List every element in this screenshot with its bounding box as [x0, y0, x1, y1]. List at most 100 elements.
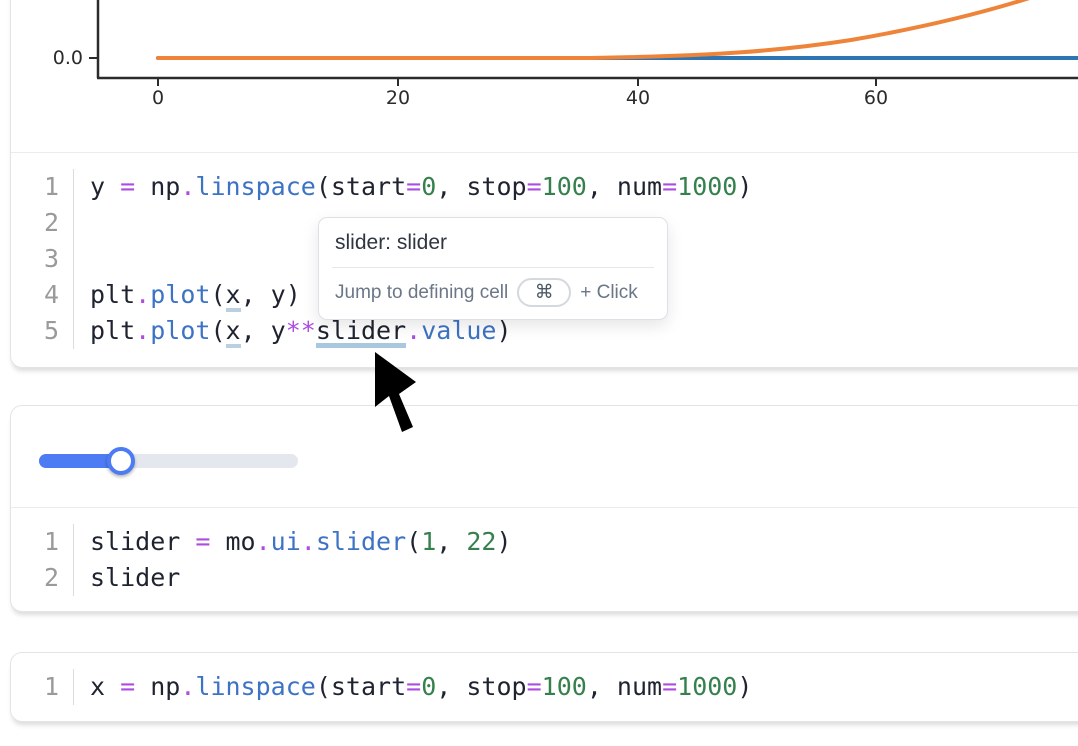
code-token: start	[331, 672, 406, 701]
x-tick-label: 0	[152, 87, 164, 109]
jump-to-cell-label: Jump to defining cell	[335, 282, 508, 304]
code-token: slider	[90, 527, 195, 556]
line-number: 5	[11, 313, 74, 349]
code-token: np	[150, 172, 180, 201]
code-token: )	[737, 172, 752, 201]
code-token: (	[406, 527, 421, 556]
line-number: 4	[11, 277, 74, 313]
code-line-text: y = np.linspace(start=0, stop=100, num=1…	[74, 169, 752, 205]
code-token: stop	[466, 672, 526, 701]
code-token: ,	[241, 280, 271, 309]
x-tick-label: 20	[386, 87, 410, 109]
code-token: 0	[421, 672, 436, 701]
code-token: start	[331, 172, 406, 201]
code-token: ,	[587, 172, 617, 201]
tooltip-action-row: Jump to defining cell ⌘ + Click	[319, 268, 667, 319]
code-token: 0	[421, 172, 436, 201]
code-token: num	[617, 172, 662, 201]
code-token: .	[180, 672, 195, 701]
code-token: (	[316, 672, 331, 701]
mouse-cursor-icon	[375, 352, 417, 434]
code-token: value	[421, 316, 496, 345]
code-token: slider	[316, 527, 406, 556]
code-line[interactable]: 1x = np.linspace(start=0, stop=100, num=…	[11, 669, 1078, 705]
code-token: ui	[271, 527, 301, 556]
code-token: =	[662, 172, 677, 201]
line-number: 1	[11, 669, 74, 705]
code-token: **	[286, 316, 316, 345]
code-line[interactable]: 2slider	[11, 560, 1078, 596]
code-token: mo	[225, 527, 255, 556]
code-token: .	[301, 527, 316, 556]
code-token: .	[135, 316, 150, 345]
code-token: 1	[421, 527, 436, 556]
code-token: ,	[587, 672, 617, 701]
variable-link[interactable]: x	[226, 316, 241, 348]
code-token: x	[90, 672, 120, 701]
code-token: (	[210, 316, 225, 345]
code-token: 1000	[677, 672, 737, 701]
code-token: )	[496, 527, 511, 556]
code-token: .	[135, 280, 150, 309]
code-token: .	[180, 172, 195, 201]
y-tick-label: 0.0	[53, 47, 83, 69]
tooltip-title: slider: slider	[319, 218, 667, 267]
code-line[interactable]: 1slider = mo.ui.slider(1, 22)	[11, 524, 1078, 560]
line-number: 2	[11, 205, 74, 241]
plot-output-area: 0.0 0 20 40 60	[11, 0, 1078, 152]
code-editor[interactable]: 1slider = mo.ui.slider(1, 22)2slider	[11, 507, 1078, 612]
line-number: 3	[11, 241, 74, 277]
marimo-notebook: { "plot": { "ytick": "0.0", "xticks": ["…	[0, 0, 1078, 746]
code-token: plt	[90, 280, 135, 309]
code-token: ,	[241, 316, 271, 345]
code-token: =	[406, 172, 421, 201]
code-token: 100	[542, 172, 587, 201]
code-token: plot	[150, 316, 210, 345]
code-token: linspace	[195, 172, 315, 201]
code-line[interactable]: 1y = np.linspace(start=0, stop=100, num=…	[11, 169, 1078, 205]
click-hint-label: + Click	[580, 282, 638, 304]
code-token: (	[316, 172, 331, 201]
code-token: =	[120, 172, 150, 201]
code-token: slider	[90, 563, 180, 592]
code-token: )	[286, 280, 301, 309]
notebook-cell-x: 1x = np.linspace(start=0, stop=100, num=…	[10, 652, 1078, 722]
code-token: plot	[150, 280, 210, 309]
code-editor[interactable]: 1x = np.linspace(start=0, stop=100, num=…	[11, 653, 1078, 721]
code-token: 1000	[677, 172, 737, 201]
code-token: ,	[436, 527, 466, 556]
code-line-text	[74, 241, 90, 277]
code-token: ,	[436, 172, 466, 201]
code-token: .	[406, 316, 421, 345]
code-token: =	[195, 527, 225, 556]
code-token: ,	[436, 672, 466, 701]
code-token: y	[271, 280, 286, 309]
slider-output-area	[11, 406, 1078, 507]
code-line-text: plt.plot(x, y)	[74, 277, 301, 313]
code-token: stop	[466, 172, 526, 201]
variable-link[interactable]: slider	[316, 316, 406, 348]
code-line-text: slider	[74, 560, 180, 596]
code-token: )	[737, 672, 752, 701]
matplotlib-plot: 0.0 0 20 40 60	[11, 0, 1078, 152]
code-token: num	[617, 672, 662, 701]
code-token: linspace	[195, 672, 315, 701]
code-token: =	[662, 672, 677, 701]
code-token: =	[527, 672, 542, 701]
slider-handle[interactable]	[107, 447, 135, 475]
code-token: =	[406, 672, 421, 701]
code-token: np	[150, 672, 180, 701]
code-token: =	[120, 672, 150, 701]
code-token: )	[496, 316, 511, 345]
x-tick-label: 40	[626, 87, 650, 109]
code-token: y	[90, 172, 120, 201]
code-token: 22	[466, 527, 496, 556]
slider-widget[interactable]	[39, 447, 298, 475]
variable-link[interactable]: x	[226, 280, 241, 312]
command-key-icon: ⌘	[517, 278, 571, 307]
code-token: .	[256, 527, 271, 556]
code-token: plt	[90, 316, 135, 345]
code-token: (	[210, 280, 225, 309]
variable-tooltip: slider: slider Jump to defining cell ⌘ +…	[318, 217, 668, 320]
code-token: y	[271, 316, 286, 345]
